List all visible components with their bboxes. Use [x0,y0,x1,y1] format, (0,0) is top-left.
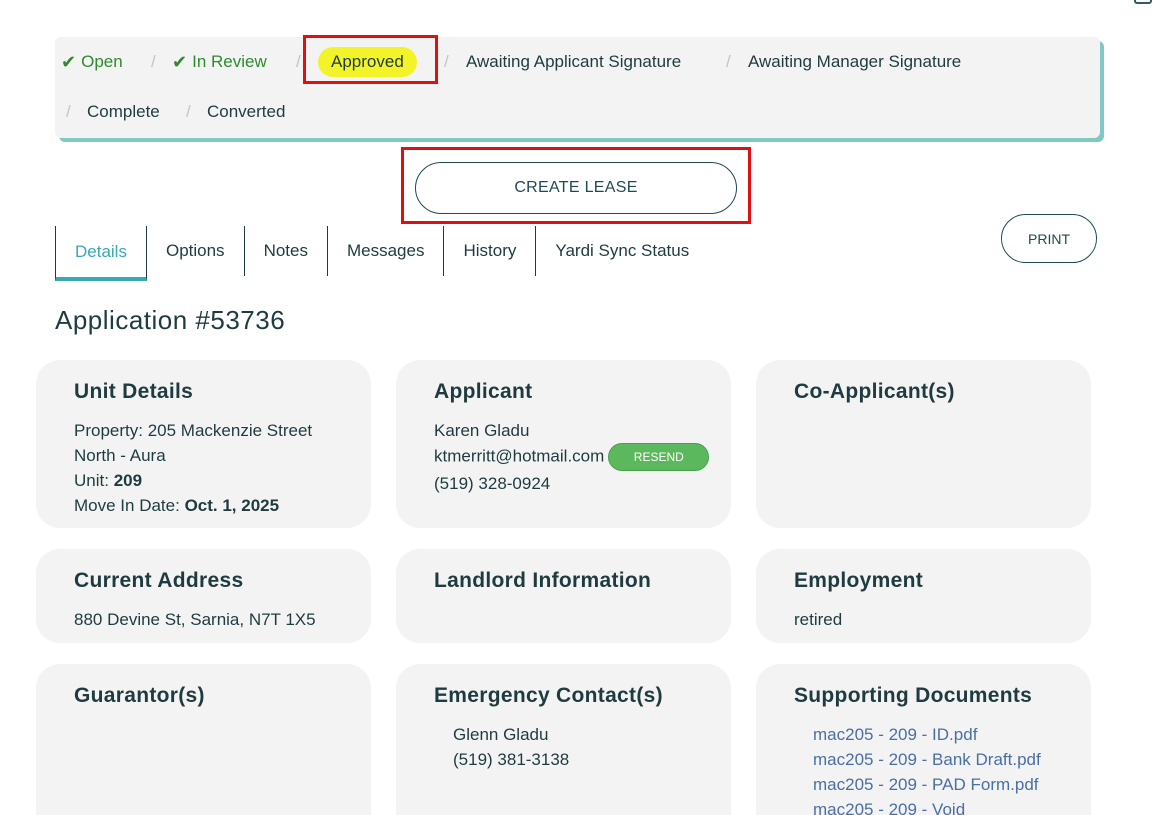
create-lease-button[interactable]: CREATE LEASE [415,162,737,214]
window-icon[interactable] [1134,0,1152,4]
annotation-box-approved [303,35,438,84]
guarantors-card: Guarantor(s) [36,664,371,815]
landlord-card: Landlord Information [396,549,731,643]
step-complete: Complete [87,102,160,121]
supporting-documents-card: Supporting Documents mac205 - 209 - ID.p… [756,664,1091,815]
card-title: Supporting Documents [794,684,1033,707]
card-title: Applicant [434,380,533,403]
emergency-contact-phone: (519) 381-3138 [453,750,570,769]
step-awaiting-manager-signature: Awaiting Manager Signature [748,52,962,71]
tab-options[interactable]: Options [147,226,245,276]
emergency-contact-name: Glenn Gladu [453,725,549,744]
card-title: Landlord Information [434,569,652,592]
print-button[interactable]: PRINT [1001,214,1097,263]
step-in-review: ✔ In Review [172,52,267,72]
card-title: Current Address [74,569,244,592]
unit-line: Unit: 209 [74,471,143,490]
document-link[interactable]: mac205 - 209 - ID.pdf [794,722,1053,747]
tab-history[interactable]: History [444,226,537,276]
current-address-card: Current Address 880 Devine St, Sarnia, N… [36,549,371,643]
card-title: Co-Applicant(s) [794,380,955,403]
check-icon: ✔ [61,52,77,72]
applicant-phone: (519) 328-0924 [434,474,551,493]
step-separator: / [151,52,156,71]
property-line: Property: 205 Mackenzie Street North - A… [74,421,313,465]
applicant-email-line: ktmerritt@hotmail.com RESEND [434,443,710,471]
move-in-line: Move In Date: Oct. 1, 2025 [74,496,280,515]
card-title: Guarantor(s) [74,684,205,707]
document-link[interactable]: mac205 - 209 - PAD Form.pdf [794,772,1053,797]
step-separator: / [186,102,191,121]
current-address: 880 Devine St, Sarnia, N7T 1X5 [74,610,316,629]
document-link[interactable]: mac205 - 209 - Bank Draft.pdf [794,747,1053,772]
card-title: Unit Details [74,380,194,403]
co-applicants-card: Co-Applicant(s) [756,360,1091,528]
document-link[interactable]: mac205 - 209 - Void [794,797,1053,815]
step-separator: / [296,52,301,71]
card-title: Emergency Contact(s) [434,684,663,707]
unit-details-card: Unit Details Property: 205 Mackenzie Str… [36,360,371,528]
page-title: Application #53736 [55,305,286,335]
step-separator: / [726,52,731,71]
card-title: Employment [794,569,924,592]
resend-button[interactable]: RESEND [608,443,710,471]
employment-card: Employment retired [756,549,1091,643]
tab-messages[interactable]: Messages [328,226,445,276]
tab-yardi-sync-status[interactable]: Yardi Sync Status [536,226,708,276]
check-icon: ✔ [172,52,188,72]
tab-bar: Details Options Notes Messages History Y… [55,226,708,281]
step-open: ✔ Open [61,52,123,72]
tab-notes[interactable]: Notes [245,226,328,276]
applicant-email: ktmerritt@hotmail.com [434,446,605,466]
step-separator: / [444,52,449,71]
tab-details[interactable]: Details [55,226,147,281]
status-steps: ✔ Open / ✔ In Review / Approved / Awaiting… [55,37,1100,138]
step-separator: / [66,102,71,121]
applicant-card: Applicant Karen Gladu ktmerritt@hotmail.… [396,360,731,528]
applicant-name: Karen Gladu [434,421,530,440]
step-awaiting-applicant-signature: Awaiting Applicant Signature [466,52,682,71]
employment-value: retired [794,610,843,629]
emergency-contacts-card: Emergency Contact(s) Glenn Gladu (519) 3… [396,664,731,815]
step-converted: Converted [207,102,286,121]
